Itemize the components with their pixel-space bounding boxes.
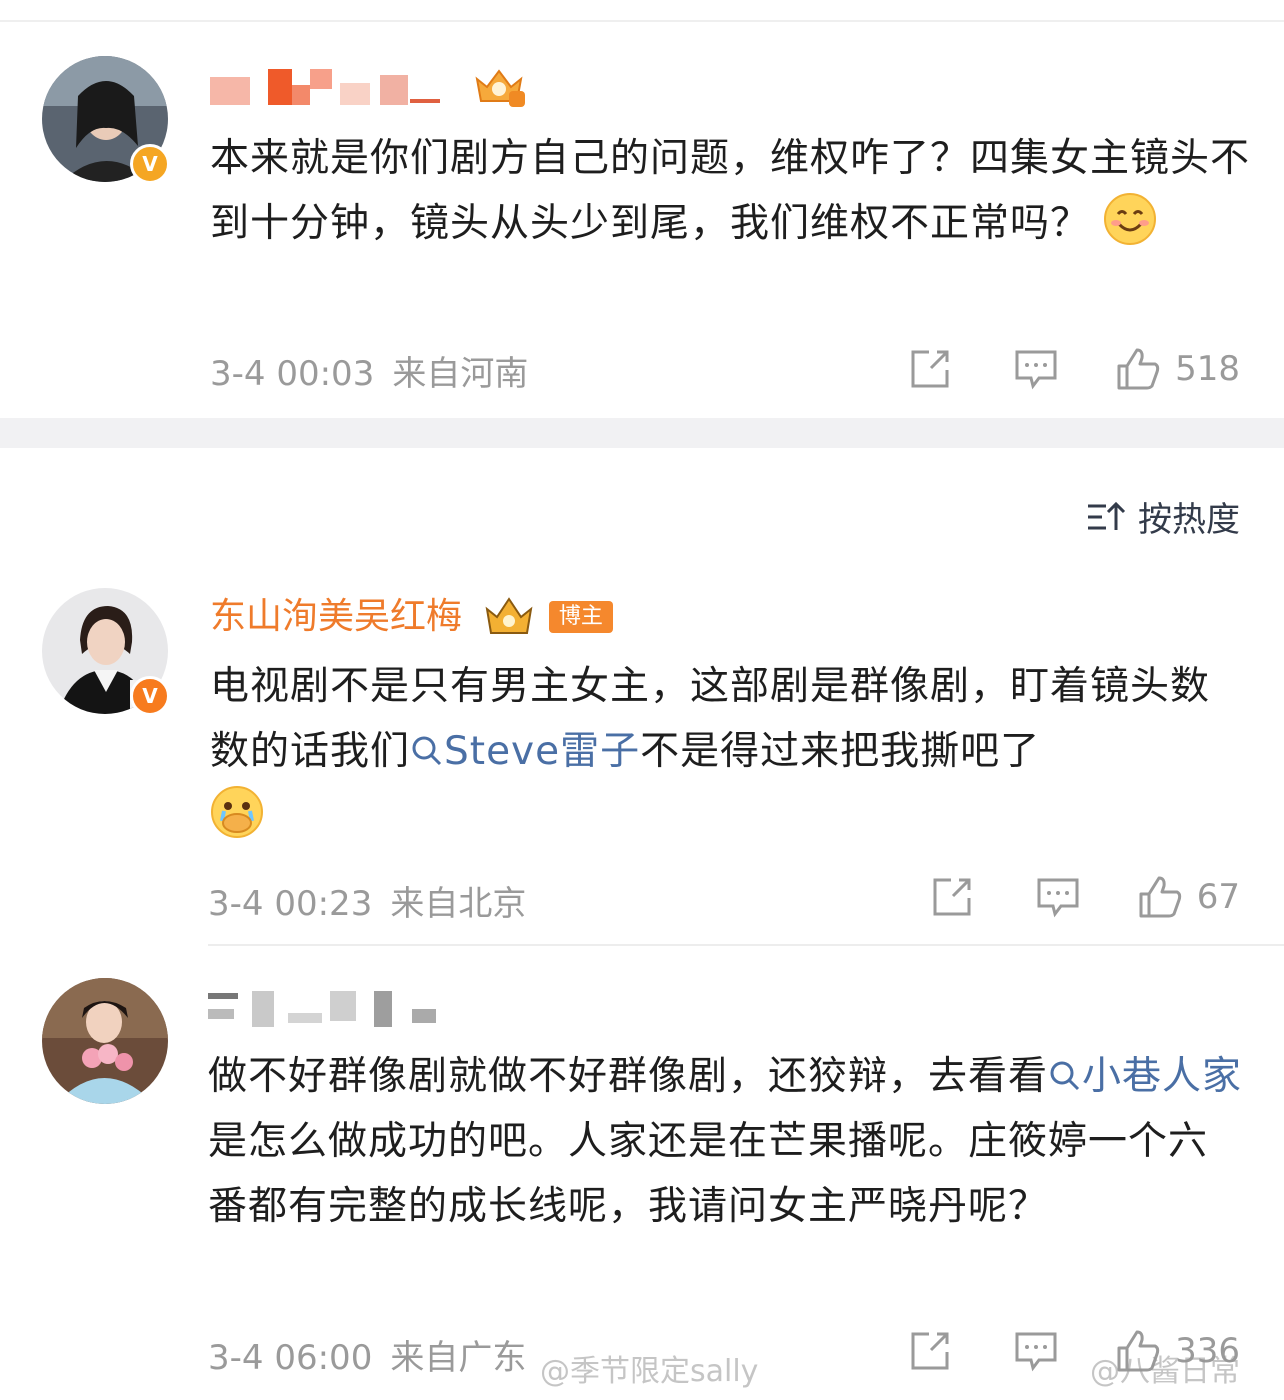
comment-location: 来自河南 [392,354,529,394]
comment-actions: 518 [907,344,1240,394]
reply-icon[interactable] [1013,1328,1059,1374]
username[interactable] [210,64,527,109]
verified-badge-icon: V [130,676,170,716]
comment-meta: 3-4 00:23 来自北京 [208,876,526,925]
sort-by-hot-button[interactable]: 按热度 [1086,492,1240,541]
comment-separator [208,944,1284,946]
comment-text: 电视剧不是只有男主女主，这部剧是群像剧，盯着镜头数数的话我们 Steve雷子不是得… [210,654,1244,849]
sort-icon [1088,501,1126,530]
sort-label: 按热度 [1138,500,1240,540]
comment-location: 来自广东 [390,1338,527,1378]
comment-text: 做不好群像剧就做不好群像剧，还狡辩，去看看 小巷人家是怎么做成功的吧。人家还是在芒… [208,1054,1243,1229]
reply-icon[interactable] [1035,874,1081,920]
avatar[interactable]: V [42,56,170,184]
blurred-username [208,991,436,1027]
fan-level-crown-icon [475,69,526,107]
comment-time: 3-4 00:23 [208,884,373,924]
comment-time: 3-4 06:00 [208,1338,373,1378]
smile-emoji-icon [1104,193,1157,245]
comment-meta: 3-4 00:03 来自河南 [210,346,528,395]
comment-actions: 67 [929,872,1240,922]
share-icon[interactable] [907,1328,953,1374]
watermark-2: @八酱日常 [1090,1354,1240,1389]
verified-badge-icon: V [130,144,170,184]
share-icon[interactable] [929,874,975,920]
crying-covering-mouth-emoji-icon [211,786,263,838]
mention-link[interactable]: 小巷人家 [1048,1054,1242,1099]
comment-location: 来自北京 [390,884,527,924]
comment-text: 本来就是你们剧方自己的问题，维权咋了？四集女主镜头不到十分钟，镜头从头少到尾，我… [210,136,1251,246]
section-divider [0,418,1284,448]
blogger-tag: 博主 [548,601,613,633]
like-count: 518 [1175,349,1240,389]
avatar[interactable] [42,978,168,1104]
like-icon[interactable] [1115,346,1161,392]
search-icon [1050,1061,1080,1091]
comment-meta: 3-4 06:00 来自广东 [208,1330,526,1379]
watermark-1: @季节限定sally [540,1354,759,1389]
like-icon[interactable] [1137,874,1183,920]
username-text: 东山洵美吴红梅 [210,596,463,637]
like-count: 67 [1196,877,1240,917]
comment-time: 3-4 00:03 [210,354,375,394]
search-icon [412,736,442,766]
username[interactable] [208,986,438,1031]
top-divider [0,20,1284,22]
mention-link[interactable]: Steve雷子 [410,729,640,774]
avatar[interactable]: V [42,588,170,716]
crown-icon [486,597,533,634]
username[interactable]: 东山洵美吴红梅 博主 [210,594,613,639]
share-icon[interactable] [907,346,953,392]
reply-icon[interactable] [1013,346,1059,392]
blurred-username [210,69,440,105]
